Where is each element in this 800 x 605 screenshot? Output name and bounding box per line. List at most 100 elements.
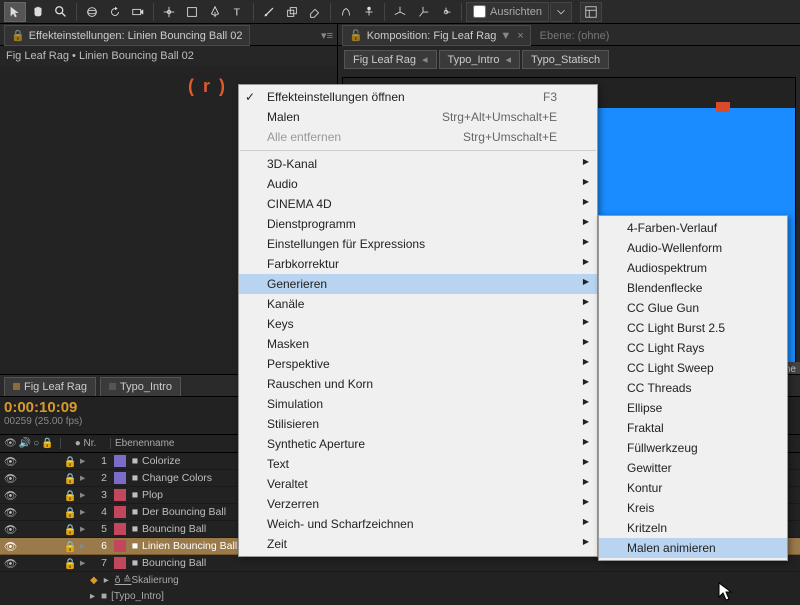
selection-tool[interactable] (4, 2, 26, 22)
axis-local[interactable] (389, 2, 411, 22)
submenu-item[interactable]: CC Light Burst 2.5 (599, 318, 787, 338)
menu-item[interactable]: Farbkorrektur (239, 254, 597, 274)
brush-tool[interactable] (258, 2, 280, 22)
submenu-item[interactable]: Gewitter (599, 458, 787, 478)
composition-panel-tab[interactable]: 🔓 Komposition: Fig Leaf Rag ▼ × (342, 25, 531, 46)
lock-toggle[interactable]: 🔒 (60, 557, 80, 570)
eye-icon[interactable]: 👁 (4, 489, 17, 502)
type-tool[interactable]: T (227, 2, 249, 22)
menu-item[interactable]: Dienstprogramm (239, 214, 597, 234)
layer-name[interactable]: Colorize (140, 455, 181, 467)
menu-item[interactable]: Keys (239, 314, 597, 334)
menu-item[interactable]: Kanäle (239, 294, 597, 314)
submenu-item[interactable]: Audiospektrum (599, 258, 787, 278)
menu-item[interactable]: Stilisieren (239, 414, 597, 434)
timeline-tab-1[interactable]: Typo_Intro (100, 377, 181, 396)
menu-item[interactable]: Einstellungen für Expressions (239, 234, 597, 254)
twirl-icon[interactable]: ▸ (80, 455, 92, 467)
twirl-icon[interactable]: ▸ (80, 489, 92, 501)
layer-name[interactable]: Plop (140, 489, 163, 501)
menu-item[interactable]: ✓Effekteinstellungen öffnenF3 (239, 87, 597, 107)
dropdown-icon[interactable]: ▼ (500, 30, 511, 42)
layer-color-swatch[interactable] (114, 472, 126, 484)
layer-name[interactable]: Bouncing Ball (140, 557, 206, 569)
submenu-item[interactable]: 4-Farben-Verlauf (599, 218, 787, 238)
clone-tool[interactable] (281, 2, 303, 22)
axis-view[interactable] (435, 2, 457, 22)
submenu-item[interactable]: Kontur (599, 478, 787, 498)
menu-item[interactable]: Masken (239, 334, 597, 354)
submenu-item[interactable]: Malen animieren (599, 538, 787, 558)
menu-item[interactable]: Simulation (239, 394, 597, 414)
submenu-item[interactable]: Ellipse (599, 398, 787, 418)
comp-crumb-2[interactable]: Typo_Statisch (522, 50, 609, 69)
layer-panel-tab[interactable]: Ebene: (ohne) (533, 26, 617, 46)
rotate-tool[interactable] (104, 2, 126, 22)
zoom-tool[interactable] (50, 2, 72, 22)
orbit-tool[interactable] (81, 2, 103, 22)
twirl-icon[interactable]: ▸ (80, 540, 92, 552)
timecode[interactable]: 0:00:10:09 (4, 399, 244, 416)
menu-item[interactable]: Audio (239, 174, 597, 194)
menu-item[interactable]: Verzerren (239, 494, 597, 514)
puppet-tool[interactable] (358, 2, 380, 22)
submenu-item[interactable]: Blendenflecke (599, 278, 787, 298)
submenu-item[interactable]: Fraktal (599, 418, 787, 438)
submenu-item[interactable]: CC Threads (599, 378, 787, 398)
layer-name[interactable]: Bouncing Ball (140, 523, 206, 535)
menu-item[interactable]: Generieren (239, 274, 597, 294)
twirl-icon[interactable]: ▸ (80, 506, 92, 518)
menu-item[interactable]: Weich- und Scharfzeichnen (239, 514, 597, 534)
layer-color-swatch[interactable] (114, 557, 126, 569)
timeline-tab-0[interactable]: Fig Leaf Rag (4, 377, 96, 396)
snap-toggle[interactable]: Ausrichten (466, 2, 549, 22)
layer-color-swatch[interactable] (114, 540, 126, 552)
eye-icon[interactable]: 👁 (4, 540, 17, 553)
twirl-icon[interactable]: ▸ (80, 472, 92, 484)
menu-item[interactable]: MalenStrg+Alt+Umschalt+E (239, 107, 597, 127)
nested-comp-row[interactable]: ▸■ [Typo_Intro] (0, 588, 800, 604)
submenu-item[interactable]: CC Light Sweep (599, 358, 787, 378)
menu-item[interactable]: Veraltet (239, 474, 597, 494)
lock-toggle[interactable]: 🔒 (60, 523, 80, 536)
eye-icon[interactable]: 👁 (4, 557, 17, 570)
submenu-item[interactable]: Füllwerkzeug (599, 438, 787, 458)
anchor-tool[interactable] (158, 2, 180, 22)
menu-item[interactable]: CINEMA 4D (239, 194, 597, 214)
submenu-item[interactable]: Kritzeln (599, 518, 787, 538)
layer-color-swatch[interactable] (114, 489, 126, 501)
twirl-icon[interactable]: ▸ (80, 523, 92, 535)
twirl-icon[interactable]: ▸ (80, 557, 92, 569)
lock-toggle[interactable]: 🔒 (60, 540, 80, 553)
lock-toggle[interactable]: 🔒 (60, 472, 80, 485)
shape-tool[interactable] (181, 2, 203, 22)
eye-icon[interactable]: 👁 (4, 472, 17, 485)
menu-item[interactable]: Text (239, 454, 597, 474)
eye-icon[interactable]: 👁 (4, 523, 17, 536)
lock-toggle[interactable]: 🔒 (60, 506, 80, 519)
property-row[interactable]: ◆▸ŏ ≙ Skalierung (0, 572, 800, 588)
lock-toggle[interactable]: 🔒 (60, 455, 80, 468)
hand-tool[interactable] (27, 2, 49, 22)
camera-tool[interactable] (127, 2, 149, 22)
layer-name[interactable]: Linien Bouncing Ball (140, 540, 237, 552)
submenu-item[interactable]: Audio-Wellenform (599, 238, 787, 258)
roto-tool[interactable] (335, 2, 357, 22)
snap-options[interactable] (550, 2, 572, 22)
comp-crumb-0[interactable]: Fig Leaf Rag◂ (344, 50, 437, 69)
axis-world[interactable] (412, 2, 434, 22)
comp-crumb-1[interactable]: Typo_Intro◂ (439, 50, 521, 69)
eraser-tool[interactable] (304, 2, 326, 22)
layer-color-swatch[interactable] (114, 455, 126, 467)
eye-icon[interactable]: 👁 (4, 455, 17, 468)
keyframe-icon[interactable]: ◆ (90, 575, 98, 586)
panel-menu-icon[interactable]: ▾≡ (321, 29, 333, 42)
submenu-item[interactable]: Kreis (599, 498, 787, 518)
submenu-item[interactable]: CC Glue Gun (599, 298, 787, 318)
lock-toggle[interactable]: 🔒 (60, 489, 80, 502)
close-icon[interactable]: × (517, 30, 523, 42)
menu-item[interactable]: 3D-Kanal (239, 154, 597, 174)
layer-color-swatch[interactable] (114, 506, 126, 518)
effects-panel-tab[interactable]: 🔒 Effekteinstellungen: Linien Bouncing B… (4, 25, 250, 46)
eye-icon[interactable]: 👁 (4, 506, 17, 519)
